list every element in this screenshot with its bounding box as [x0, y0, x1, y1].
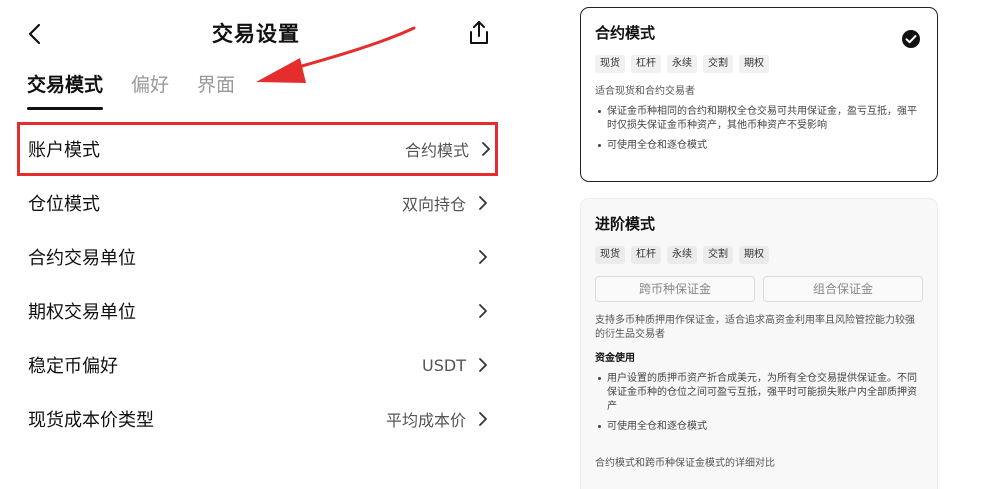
- chevron-right-icon: [479, 196, 487, 210]
- row-label: 期权交易单位: [28, 302, 136, 323]
- chip-options: 期权: [739, 246, 769, 264]
- chevron-right-icon: [482, 142, 490, 156]
- card-description: 支持多币种质押用作保证金，适合追求高资金利用率且风险管控能力较强的衍生品交易者: [595, 315, 915, 340]
- chip-delivery: 交割: [703, 246, 733, 264]
- row-value: USDT: [422, 355, 466, 375]
- row-label: 稳定币偏好: [28, 356, 118, 377]
- row-position-mode[interactable]: 仓位模式 双向持仓: [0, 176, 512, 230]
- chip-margin: 杠杆: [631, 246, 661, 264]
- row-account-mode[interactable]: 账户模式 合约模式: [17, 122, 498, 176]
- row-label: 仓位模式: [28, 194, 100, 215]
- tab-trading-mode[interactable]: 交易模式: [27, 70, 104, 110]
- card-title: 进阶模式: [595, 215, 656, 233]
- contract-mode-card[interactable]: 合约模式 现货 杠杆 永续 交割 期权 适合现货和合约交易者 保证金币种相同的合…: [580, 7, 938, 182]
- tab-interface[interactable]: 界面: [197, 70, 235, 110]
- row-option-unit[interactable]: 期权交易单位: [0, 284, 512, 338]
- section-title: 资金使用: [595, 353, 635, 364]
- chip-spot: 现货: [595, 55, 625, 73]
- settings-panel: 交易设置 交易模式 偏好 界面 账户模式 合约模式 仓位模式 双向持仓 合约交易…: [0, 0, 512, 489]
- row-contract-unit[interactable]: 合约交易单位: [0, 230, 512, 284]
- feature-item: 保证金币种相同的合约和期权全仓交易可共用保证金，盈亏互抵，强平时仅损失保证金币种…: [595, 105, 923, 133]
- chevron-right-icon: [479, 412, 487, 426]
- comparison-link[interactable]: 合约模式和跨币种保证金模式的详细对比: [595, 457, 775, 471]
- feature-item: 可使用全仓和逐仓模式: [595, 139, 923, 153]
- chevron-right-icon: [479, 250, 487, 264]
- chevron-right-icon: [479, 358, 487, 372]
- cross-currency-margin-button[interactable]: 跨币种保证金: [595, 276, 755, 302]
- page-title: 交易设置: [212, 22, 300, 46]
- product-chips: 现货 杠杆 永续 交割 期权: [595, 246, 923, 264]
- row-value: 平均成本价: [385, 411, 466, 430]
- chip-perpetual: 永续: [667, 246, 697, 264]
- chip-delivery: 交割: [703, 55, 733, 73]
- chip-spot: 现货: [595, 246, 625, 264]
- portfolio-margin-button[interactable]: 组合保证金: [763, 276, 923, 302]
- row-value: 双向持仓: [401, 195, 466, 214]
- product-chips: 现货 杠杆 永续 交割 期权: [595, 55, 923, 73]
- feature-item: 用户设置的质押币资产折合成美元，为所有全仓交易提供保证金。不同保证金币种的仓位之…: [595, 372, 923, 414]
- mode-comparison-panel: 合约模式 现货 杠杆 永续 交割 期权 适合现货和合约交易者 保证金币种相同的合…: [512, 0, 1000, 489]
- row-label: 账户模式: [28, 140, 100, 161]
- tab-bar: 交易模式 偏好 界面: [27, 70, 263, 114]
- advanced-mode-card[interactable]: 进阶模式 现货 杠杆 永续 交割 期权 跨币种保证金 组合保证金 支持多币种质押…: [580, 198, 938, 489]
- share-icon[interactable]: [464, 18, 494, 48]
- chevron-right-icon: [479, 304, 487, 318]
- card-title: 合约模式: [595, 24, 656, 42]
- feature-list: 保证金币种相同的合约和期权全仓交易可共用保证金，盈亏互抵，强平时仅损失保证金币种…: [595, 105, 923, 153]
- row-stablecoin-preference[interactable]: 稳定币偏好 USDT: [0, 338, 512, 392]
- row-label: 合约交易单位: [28, 248, 136, 269]
- chip-options: 期权: [739, 55, 769, 73]
- feature-list: 用户设置的质押币资产折合成美元，为所有全仓交易提供保证金。不同保证金币种的仓位之…: [595, 372, 923, 434]
- row-spot-cost-type[interactable]: 现货成本价类型 平均成本价: [0, 392, 512, 446]
- row-label: 现货成本价类型: [28, 410, 154, 431]
- chip-margin: 杠杆: [631, 55, 661, 73]
- settings-list: 账户模式 合约模式 仓位模式 双向持仓 合约交易单位 期权交易单位 稳定币偏好 …: [0, 122, 512, 446]
- checkmark-circle-icon: [902, 30, 920, 48]
- chip-perpetual: 永续: [667, 55, 697, 73]
- tab-preferences[interactable]: 偏好: [131, 70, 169, 110]
- card-description: 适合现货和合约交易者: [595, 86, 695, 97]
- feature-item: 可使用全仓和逐仓模式: [595, 420, 923, 434]
- margin-type-selector: 跨币种保证金 组合保证金: [595, 276, 923, 302]
- header: 交易设置: [0, 0, 512, 64]
- row-value: 合约模式: [404, 141, 469, 160]
